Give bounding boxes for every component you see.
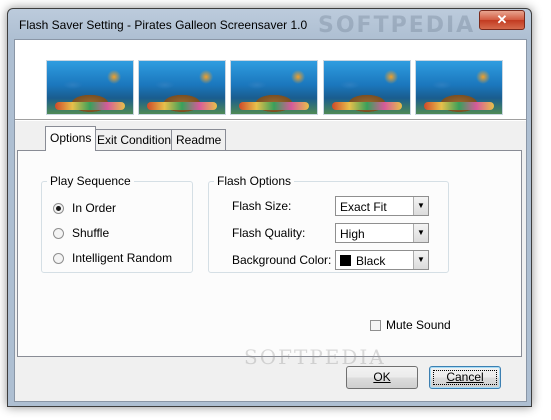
banner-thumbnail [323,60,411,115]
flash-quality-value: High [340,227,365,241]
dialog-client-area: Options Exit Conditions Readme Play Sequ… [14,39,527,402]
options-panel: Play Sequence In Order Shuffle Intellige… [17,150,522,369]
radio-button[interactable] [53,253,64,264]
banner-thumbnail [230,60,318,115]
ok-button[interactable]: OK [346,366,418,389]
radio-button[interactable] [53,228,64,239]
tab-exit-conditions-label: Exit Conditions [97,133,178,147]
focus-rectangle [433,370,497,385]
banner-thumbnail [415,60,503,115]
close-button[interactable]: ✕ [479,10,525,30]
play-sequence-legend: Play Sequence [50,174,131,188]
mute-sound-label: Mute Sound [386,318,451,332]
background-color-dropdown[interactable]: Black ▼ [335,250,429,270]
cancel-button[interactable]: Cancel [429,366,501,389]
tab-options-label: Options [50,131,92,145]
close-icon: ✕ [496,12,508,27]
radio-label: In Order [72,201,117,215]
mute-sound-option[interactable]: Mute Sound [370,318,451,332]
background-color-value: Black [356,254,386,268]
title-bar[interactable]: Flash Saver Setting - Pirates Galleon Sc… [8,9,531,39]
settings-window: Flash Saver Setting - Pirates Galleon Sc… [7,8,532,407]
background-color-value-wrap: Black [340,254,385,268]
mute-sound-checkbox[interactable] [370,320,381,331]
tab-exit-conditions[interactable]: Exit Conditions [92,129,183,150]
color-swatch [340,255,351,266]
flash-size-label: Flash Size: [232,199,292,213]
tab-readme[interactable]: Readme [171,129,227,150]
banner-thumbnail [138,60,226,115]
banner-thumbnail [46,60,134,115]
radio-label: Shuffle [72,226,110,240]
window-title: Flash Saver Setting - Pirates Galleon Sc… [19,18,308,32]
radio-in-order[interactable]: In Order [53,201,116,215]
flash-quality-dropdown[interactable]: High ▼ [335,223,429,243]
softpedia-watermark: SOFTPEDIA [318,13,476,38]
flash-quality-label: Flash Quality: [232,226,306,240]
banner-divider [15,119,526,121]
radio-button-checked[interactable] [53,203,64,214]
radio-intelligent-random[interactable]: Intelligent Random [53,251,172,265]
ok-button-label: OK [373,370,391,384]
radio-label: Intelligent Random [72,251,173,265]
screenshot-banner [15,40,526,119]
flash-options-legend: Flash Options [217,174,292,188]
play-sequence-group: Play Sequence In Order Shuffle Intellige… [41,174,193,273]
dropdown-arrow-icon[interactable]: ▼ [413,251,428,269]
dropdown-arrow-icon[interactable]: ▼ [413,224,428,242]
flash-size-value: Exact Fit [340,200,387,214]
flash-options-group: Flash Options Flash Size: Exact Fit ▼ Fl… [208,174,449,273]
radio-shuffle[interactable]: Shuffle [53,226,109,240]
background-color-label: Background Color: [232,253,332,267]
dropdown-arrow-icon[interactable]: ▼ [413,197,428,215]
tab-readme-label: Readme [176,133,222,147]
flash-size-dropdown[interactable]: Exact Fit ▼ [335,196,429,216]
tab-options[interactable]: Options [45,126,97,151]
